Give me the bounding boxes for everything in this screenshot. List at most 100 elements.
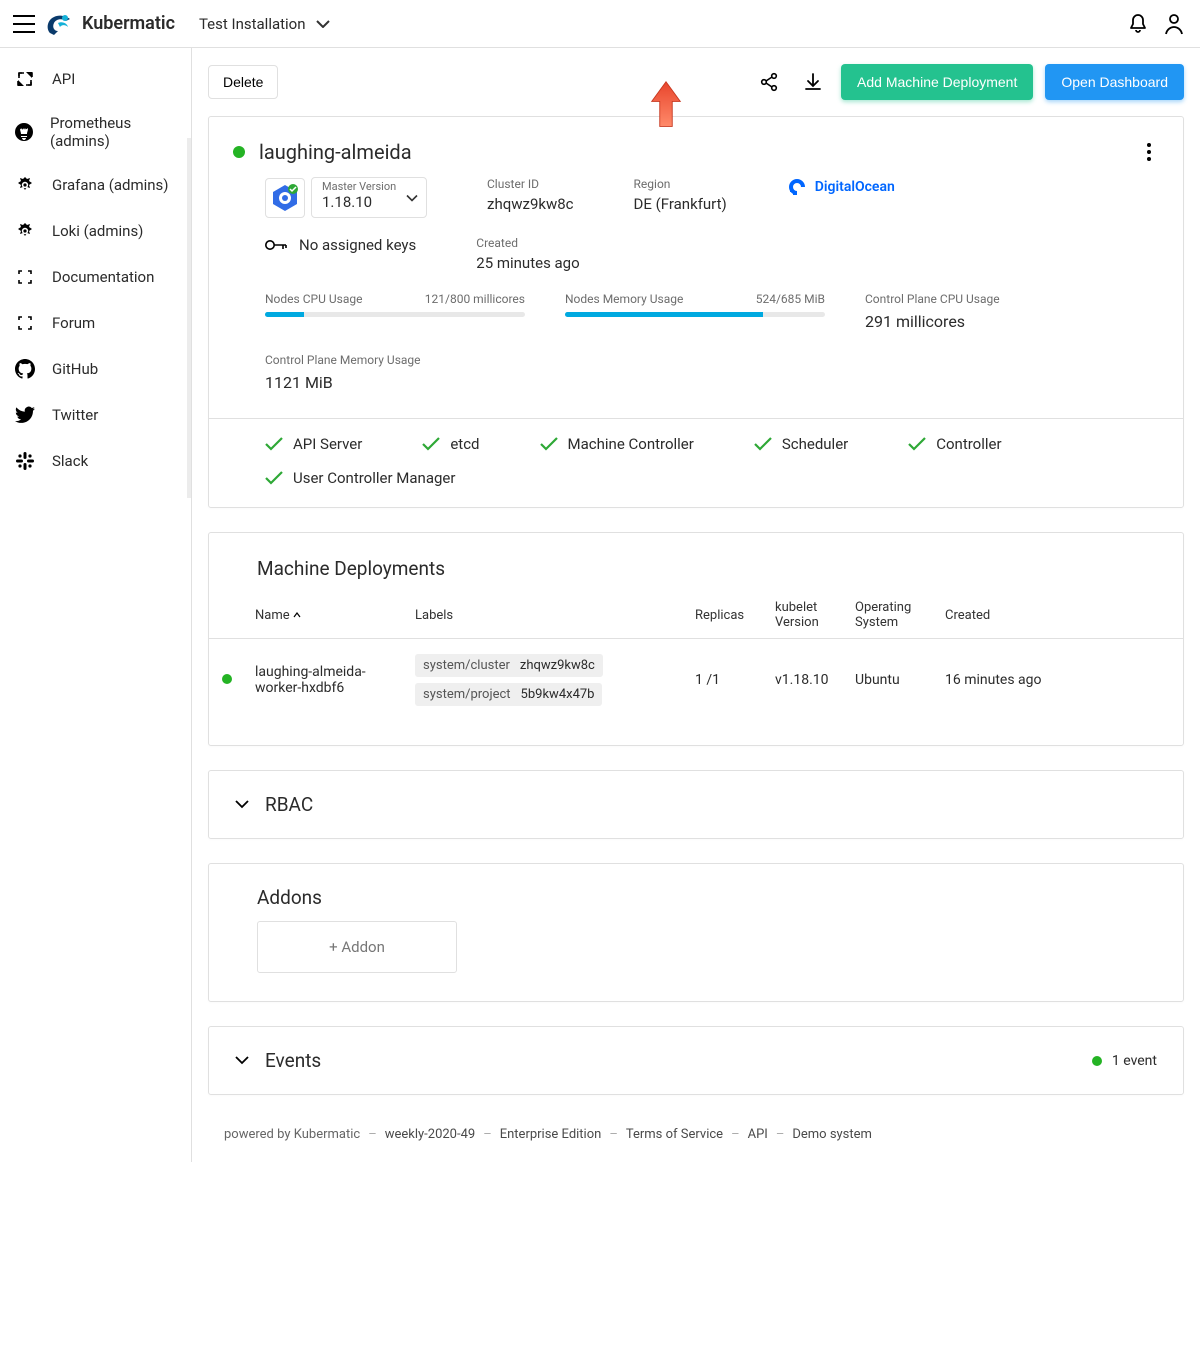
health-item: Scheduler bbox=[754, 435, 848, 453]
md-section-title: Machine Deployments bbox=[209, 533, 1183, 592]
hamburger-menu[interactable] bbox=[8, 8, 40, 40]
open-dashboard-button[interactable]: Open Dashboard bbox=[1045, 64, 1184, 100]
md-labels: system/clusterzhqwz9kw8csystem/project5b… bbox=[405, 639, 685, 722]
health-name: Scheduler bbox=[782, 435, 848, 453]
loki-icon bbox=[14, 220, 36, 242]
footer-api[interactable]: API bbox=[748, 1127, 768, 1142]
master-version-select[interactable]: Master Version 1.18.10 bbox=[311, 177, 427, 218]
footer-tos[interactable]: Terms of Service bbox=[626, 1127, 723, 1142]
check-icon bbox=[422, 437, 440, 451]
check-icon bbox=[540, 437, 558, 451]
cluster-name: laughing-almeida bbox=[259, 140, 412, 164]
chevron-down-icon bbox=[406, 194, 418, 201]
sidebar-item-label: Forum bbox=[52, 314, 95, 332]
events-count: 1 event bbox=[1112, 1053, 1157, 1069]
health-item: Machine Controller bbox=[540, 435, 694, 453]
footer-powered: powered by Kubermatic bbox=[224, 1127, 360, 1142]
region-value: DE (Frankfurt) bbox=[634, 195, 727, 213]
sidebar-item-documentation[interactable]: Documentation bbox=[0, 254, 191, 300]
footer: powered by Kubermatic – weekly-2020-49 –… bbox=[208, 1119, 1200, 1162]
health-item: etcd bbox=[422, 435, 479, 453]
footer-demo[interactable]: Demo system bbox=[792, 1127, 872, 1142]
created-label: Created bbox=[476, 236, 579, 250]
col-kubelet: kubelet Version bbox=[765, 592, 845, 639]
rbac-title: RBAC bbox=[265, 793, 313, 816]
md-replicas: 1 /1 bbox=[685, 639, 765, 722]
col-created: Created bbox=[935, 592, 1183, 639]
cluster-menu-button[interactable] bbox=[1139, 139, 1159, 165]
sidebar-item-label: API bbox=[52, 70, 75, 88]
key-icon bbox=[265, 238, 287, 252]
share-button[interactable] bbox=[753, 66, 785, 98]
sort-asc-icon bbox=[293, 611, 301, 619]
footer-version[interactable]: weekly-2020-49 bbox=[385, 1127, 475, 1142]
md-status-dot bbox=[222, 674, 232, 684]
health-name: etcd bbox=[450, 435, 479, 453]
cluster-card: laughing-almeida Master Version 1.18.10 bbox=[208, 116, 1184, 508]
md-created: 16 minutes ago bbox=[935, 639, 1183, 722]
logo[interactable]: Kubermatic bbox=[44, 11, 175, 37]
cp-mem-value: 1121 MiB bbox=[265, 373, 525, 392]
check-icon bbox=[265, 471, 283, 485]
col-labels: Labels bbox=[405, 592, 685, 639]
cluster-id-label: Cluster ID bbox=[487, 177, 574, 191]
user-icon bbox=[1164, 13, 1184, 35]
sidebar-item-grafana[interactable]: Grafana (admins) bbox=[0, 162, 191, 208]
delete-button[interactable]: Delete bbox=[208, 65, 278, 99]
github-icon bbox=[14, 358, 36, 380]
sidebar-item-prometheus[interactable]: Prometheus (admins) bbox=[0, 102, 191, 162]
health-name: API Server bbox=[293, 435, 362, 453]
sidebar-item-label: Documentation bbox=[52, 268, 154, 286]
account-button[interactable] bbox=[1156, 6, 1192, 42]
sidebar-item-github[interactable]: GitHub bbox=[0, 346, 191, 392]
annotation-arrow-icon bbox=[646, 80, 686, 130]
sidebar-item-label: Twitter bbox=[52, 406, 98, 424]
footer-edition[interactable]: Enterprise Edition bbox=[500, 1127, 602, 1142]
notifications-button[interactable] bbox=[1120, 6, 1156, 42]
sidebar: API Prometheus (admins) Grafana (admins)… bbox=[0, 48, 192, 1162]
health-item: Controller bbox=[908, 435, 1001, 453]
share-icon bbox=[759, 72, 779, 92]
chevron-down-icon bbox=[316, 20, 330, 28]
mem-usage-label: Nodes Memory Usage bbox=[565, 292, 683, 306]
sidebar-item-slack[interactable]: Slack bbox=[0, 438, 191, 484]
project-switcher[interactable]: Test Installation bbox=[199, 15, 330, 33]
table-row[interactable]: laughing-almeida-worker-hxdbf6system/clu… bbox=[209, 639, 1183, 722]
ssh-keys-value: No assigned keys bbox=[299, 236, 416, 254]
cluster-id-value: zhqwz9kw8c bbox=[487, 195, 574, 213]
master-version-label: Master Version bbox=[322, 180, 416, 193]
add-addon-button[interactable]: + Addon bbox=[257, 921, 457, 973]
col-os: Operating System bbox=[845, 592, 935, 639]
project-name: Test Installation bbox=[199, 15, 306, 33]
cpu-usage-label: Nodes CPU Usage bbox=[265, 292, 362, 306]
event-status-dot bbox=[1092, 1056, 1102, 1066]
digitalocean-icon bbox=[787, 177, 807, 197]
rbac-toggle[interactable]: RBAC bbox=[209, 771, 1183, 838]
grafana-icon bbox=[14, 174, 36, 196]
download-button[interactable] bbox=[797, 66, 829, 98]
kubermatic-logo-icon bbox=[44, 11, 74, 37]
events-title: Events bbox=[265, 1049, 321, 1072]
md-name: laughing-almeida-worker-hxdbf6 bbox=[245, 639, 405, 722]
bell-icon bbox=[1128, 13, 1148, 35]
twitter-icon bbox=[14, 404, 36, 426]
hamburger-icon bbox=[13, 15, 35, 33]
external-link-icon bbox=[14, 312, 36, 334]
sidebar-item-loki[interactable]: Loki (admins) bbox=[0, 208, 191, 254]
check-icon bbox=[908, 437, 926, 451]
add-machine-deployment-button[interactable]: Add Machine Deployment bbox=[841, 64, 1033, 100]
external-link-icon bbox=[14, 266, 36, 288]
events-toggle[interactable]: Events 1 event bbox=[209, 1027, 1183, 1094]
sidebar-item-forum[interactable]: Forum bbox=[0, 300, 191, 346]
slack-icon bbox=[14, 450, 36, 472]
check-icon bbox=[754, 437, 772, 451]
sidebar-item-label: Slack bbox=[52, 452, 88, 470]
sidebar-item-api[interactable]: API bbox=[0, 56, 191, 102]
col-name[interactable]: Name bbox=[255, 608, 290, 623]
cp-cpu-label: Control Plane CPU Usage bbox=[865, 292, 1000, 306]
sidebar-item-label: GitHub bbox=[52, 360, 98, 378]
health-item: User Controller Manager bbox=[265, 469, 455, 487]
label-chip: system/clusterzhqwz9kw8c bbox=[415, 654, 603, 677]
cloud-provider: DigitalOcean bbox=[787, 177, 895, 197]
sidebar-item-twitter[interactable]: Twitter bbox=[0, 392, 191, 438]
